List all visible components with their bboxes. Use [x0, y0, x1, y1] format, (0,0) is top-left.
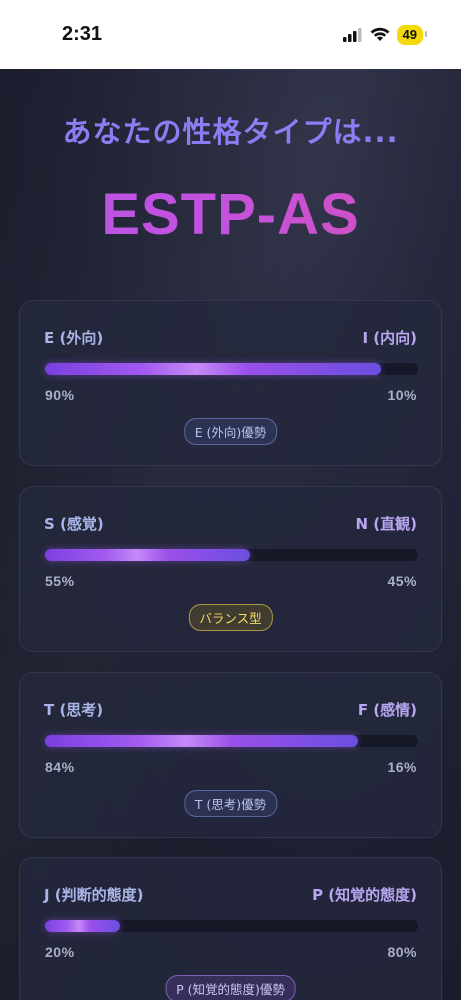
- dimension-right-percent: 16%: [387, 759, 417, 775]
- personality-type-code: ESTP-AS: [0, 181, 461, 248]
- dimension-left-label: E (外向): [44, 329, 104, 347]
- dimension-left-label: S (感覚): [44, 515, 104, 533]
- dimension-left-percent: 20%: [45, 944, 75, 960]
- dimension-right-percent: 45%: [387, 573, 417, 589]
- status-icons: 49: [342, 24, 428, 45]
- signal-icon: [342, 27, 362, 42]
- dimension-left-percent: 84%: [45, 759, 75, 775]
- result-headline: あなたの性格タイプは...: [62, 115, 399, 149]
- dimension-right-label: I (内向): [362, 329, 417, 347]
- dominance-badge: P (知覚的態度)優勢: [165, 975, 296, 1000]
- dimension-bar-track: [45, 735, 418, 747]
- dimension-right-label: P (知覚的態度): [312, 886, 417, 904]
- dimension-right-label: F (感情): [357, 701, 417, 719]
- dimension-left-label: T (思考): [44, 701, 104, 719]
- dimension-bar-track: [45, 363, 418, 375]
- dimension-card-tf: T (思考) F (感情) 84% 16% T (思考)優勢: [19, 672, 442, 838]
- dimension-left-label: J (判断的態度): [44, 886, 144, 904]
- dimension-bar-fill: [45, 735, 359, 747]
- dimension-bar-fill: [45, 363, 381, 375]
- balance-badge: バランス型: [188, 604, 273, 631]
- wifi-icon: [370, 27, 389, 41]
- status-time: 2:31: [62, 23, 103, 45]
- dimension-card-sn: S (感覚) N (直観) 55% 45% バランス型: [19, 486, 442, 652]
- dimension-card-ei: E (外向) I (内向) 90% 10% E (外向)優勢: [19, 300, 442, 466]
- dimension-left-percent: 55%: [45, 573, 75, 589]
- dimension-bar-track: [45, 920, 418, 932]
- battery-icon: 49: [396, 24, 428, 45]
- dimension-card-jp: J (判断的態度) P (知覚的態度) 20% 80% P (知覚的態度)優勢: [19, 857, 442, 1000]
- dimension-right-percent: 80%: [387, 944, 417, 960]
- dimension-bar-fill: [45, 920, 120, 932]
- dimension-right-percent: 10%: [387, 387, 417, 403]
- dimension-right-label: N (直観): [355, 515, 418, 533]
- dimension-left-percent: 90%: [45, 387, 75, 403]
- result-screen: あなたの性格タイプは... ESTP-AS E (外向) I (内向) 90% …: [0, 69, 461, 1000]
- dimension-bar-track: [45, 549, 418, 561]
- dominance-badge: E (外向)優勢: [183, 418, 278, 445]
- status-bar: 2:31 49: [0, 0, 461, 69]
- dominance-badge: T (思考)優勢: [183, 790, 278, 817]
- dimension-bar-fill: [45, 549, 251, 561]
